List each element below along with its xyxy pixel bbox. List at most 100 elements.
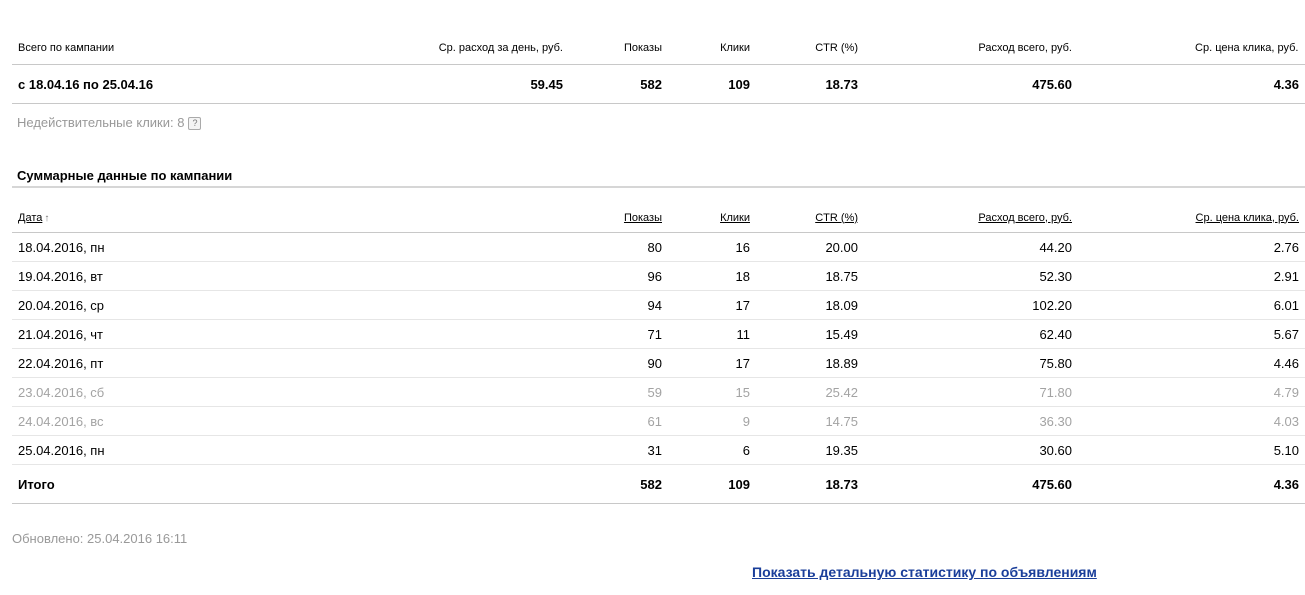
total-label: Итого bbox=[12, 464, 569, 504]
cell-ctr: 19.35 bbox=[756, 435, 864, 465]
cell-clicks: 16 bbox=[668, 232, 756, 262]
total-impressions: 582 bbox=[569, 464, 668, 504]
cell-avg-cpc: 2.76 bbox=[1078, 232, 1305, 262]
cell-date: 23.04.2016, сб bbox=[12, 377, 569, 407]
summary-avg-daily-spend: 59.45 bbox=[242, 64, 569, 104]
table-row: 25.04.2016, пн 31 6 19.35 30.60 5.10 bbox=[12, 435, 1305, 465]
cell-date: 22.04.2016, пт bbox=[12, 348, 569, 378]
total-ctr: 18.73 bbox=[756, 464, 864, 504]
daily-header-row: Дата ↑ Показы Клики CTR (%) Расход всего,… bbox=[12, 203, 1305, 233]
table-row: 24.04.2016, вс 61 9 14.75 36.30 4.03 bbox=[12, 406, 1305, 436]
cell-avg-cpc: 5.10 bbox=[1078, 435, 1305, 465]
cell-impressions: 71 bbox=[569, 319, 668, 349]
cell-total-spend: 30.60 bbox=[864, 435, 1078, 465]
cell-avg-cpc: 4.79 bbox=[1078, 377, 1305, 407]
column-header-date-label[interactable]: Дата bbox=[18, 212, 42, 224]
cell-total-spend: 36.30 bbox=[864, 406, 1078, 436]
column-header-total-spend-label[interactable]: Расход всего, руб. bbox=[978, 212, 1072, 224]
cell-impressions: 31 bbox=[569, 435, 668, 465]
cell-date: 18.04.2016, пн bbox=[12, 232, 569, 262]
cell-date: 25.04.2016, пн bbox=[12, 435, 569, 465]
summary-ctr: 18.73 bbox=[756, 64, 864, 104]
column-header-impressions-label[interactable]: Показы bbox=[624, 212, 662, 224]
summary-avg-cpc: 4.36 bbox=[1078, 64, 1305, 104]
cell-total-spend: 52.30 bbox=[864, 261, 1078, 291]
cell-ctr: 25.42 bbox=[756, 377, 864, 407]
column-header-date[interactable]: Дата ↑ bbox=[12, 203, 569, 233]
cell-clicks: 6 bbox=[668, 435, 756, 465]
column-header-ctr-label[interactable]: CTR (%) bbox=[815, 212, 858, 224]
cell-impressions: 96 bbox=[569, 261, 668, 291]
cell-ctr: 18.75 bbox=[756, 261, 864, 291]
cell-clicks: 15 bbox=[668, 377, 756, 407]
cell-total-spend: 62.40 bbox=[864, 319, 1078, 349]
summary-clicks: 109 bbox=[668, 64, 756, 104]
cell-date: 24.04.2016, вс bbox=[12, 406, 569, 436]
summary-period: с 18.04.16 по 25.04.16 bbox=[12, 64, 242, 104]
total-avg-cpc: 4.36 bbox=[1078, 464, 1305, 504]
cell-avg-cpc: 4.46 bbox=[1078, 348, 1305, 378]
total-clicks: 109 bbox=[668, 464, 756, 504]
cell-avg-cpc: 5.67 bbox=[1078, 319, 1305, 349]
table-row: 20.04.2016, ср 94 17 18.09 102.20 6.01 bbox=[12, 290, 1305, 320]
cell-impressions: 61 bbox=[569, 406, 668, 436]
cell-clicks: 18 bbox=[668, 261, 756, 291]
summary-header-total-spend: Расход всего, руб. bbox=[864, 32, 1078, 65]
cell-date: 19.04.2016, вт bbox=[12, 261, 569, 291]
table-row: 18.04.2016, пн 80 16 20.00 44.20 2.76 bbox=[12, 232, 1305, 262]
column-header-ctr[interactable]: CTR (%) bbox=[756, 203, 864, 233]
sort-arrow-icon: ↑ bbox=[44, 212, 50, 224]
column-header-avg-cpc[interactable]: Ср. цена клика, руб. bbox=[1078, 203, 1305, 233]
summary-header-avg-cpc: Ср. цена клика, руб. bbox=[1078, 32, 1305, 65]
total-row: Итого 582 109 18.73 475.60 4.36 bbox=[12, 464, 1305, 504]
column-header-clicks-label[interactable]: Клики bbox=[720, 212, 750, 224]
cell-clicks: 17 bbox=[668, 348, 756, 378]
table-row: 21.04.2016, чт 71 11 15.49 62.40 5.67 bbox=[12, 319, 1305, 349]
summary-total-spend: 475.60 bbox=[864, 64, 1078, 104]
cell-clicks: 9 bbox=[668, 406, 756, 436]
cell-total-spend: 71.80 bbox=[864, 377, 1078, 407]
cell-impressions: 80 bbox=[569, 232, 668, 262]
cell-total-spend: 102.20 bbox=[864, 290, 1078, 320]
cell-ctr: 18.89 bbox=[756, 348, 864, 378]
cell-impressions: 94 bbox=[569, 290, 668, 320]
column-header-avg-cpc-label[interactable]: Ср. цена клика, руб. bbox=[1196, 212, 1299, 224]
cell-ctr: 15.49 bbox=[756, 319, 864, 349]
cell-date: 21.04.2016, чт bbox=[12, 319, 569, 349]
campaign-summary-table: Всего по кампании Ср. расход за день, ру… bbox=[12, 32, 1305, 104]
total-spend: 475.60 bbox=[864, 464, 1078, 504]
cell-avg-cpc: 6.01 bbox=[1078, 290, 1305, 320]
invalid-clicks: Недействительные клики: 8? bbox=[17, 115, 202, 130]
column-header-total-spend[interactable]: Расход всего, руб. bbox=[864, 203, 1078, 233]
summary-header-row: Всего по кампании Ср. расход за день, ру… bbox=[12, 32, 1305, 65]
help-icon[interactable]: ? bbox=[188, 117, 202, 130]
table-row: 19.04.2016, вт 96 18 18.75 52.30 2.91 bbox=[12, 261, 1305, 291]
cell-avg-cpc: 2.91 bbox=[1078, 261, 1305, 291]
daily-stats-table: Дата ↑ Показы Клики CTR (%) Расход всего,… bbox=[12, 203, 1305, 504]
cell-ctr: 18.09 bbox=[756, 290, 864, 320]
summary-row: с 18.04.16 по 25.04.16 59.45 582 109 18.… bbox=[12, 64, 1305, 104]
summary-header-impressions: Показы bbox=[569, 32, 668, 65]
table-row: 22.04.2016, пт 90 17 18.89 75.80 4.46 bbox=[12, 348, 1305, 378]
cell-avg-cpc: 4.03 bbox=[1078, 406, 1305, 436]
summary-header-ctr: CTR (%) bbox=[756, 32, 864, 65]
invalid-clicks-label: Недействительные клики: 8 bbox=[17, 115, 185, 130]
section-title: Суммарные данные по кампании bbox=[12, 166, 1305, 188]
cell-total-spend: 44.20 bbox=[864, 232, 1078, 262]
cell-clicks: 11 bbox=[668, 319, 756, 349]
summary-header-avg-daily-spend: Ср. расход за день, руб. bbox=[242, 32, 569, 65]
cell-impressions: 90 bbox=[569, 348, 668, 378]
detailed-stats-link[interactable]: Показать детальную статистику по объявле… bbox=[752, 564, 1097, 580]
summary-impressions: 582 bbox=[569, 64, 668, 104]
cell-ctr: 14.75 bbox=[756, 406, 864, 436]
table-row: 23.04.2016, сб 59 15 25.42 71.80 4.79 bbox=[12, 377, 1305, 407]
updated-timestamp: Обновлено: 25.04.2016 16:11 bbox=[12, 531, 188, 546]
column-header-impressions[interactable]: Показы bbox=[569, 203, 668, 233]
cell-ctr: 20.00 bbox=[756, 232, 864, 262]
summary-header-clicks: Клики bbox=[668, 32, 756, 65]
cell-date: 20.04.2016, ср bbox=[12, 290, 569, 320]
column-header-clicks[interactable]: Клики bbox=[668, 203, 756, 233]
cell-clicks: 17 bbox=[668, 290, 756, 320]
summary-header-total: Всего по кампании bbox=[12, 32, 242, 65]
cell-impressions: 59 bbox=[569, 377, 668, 407]
